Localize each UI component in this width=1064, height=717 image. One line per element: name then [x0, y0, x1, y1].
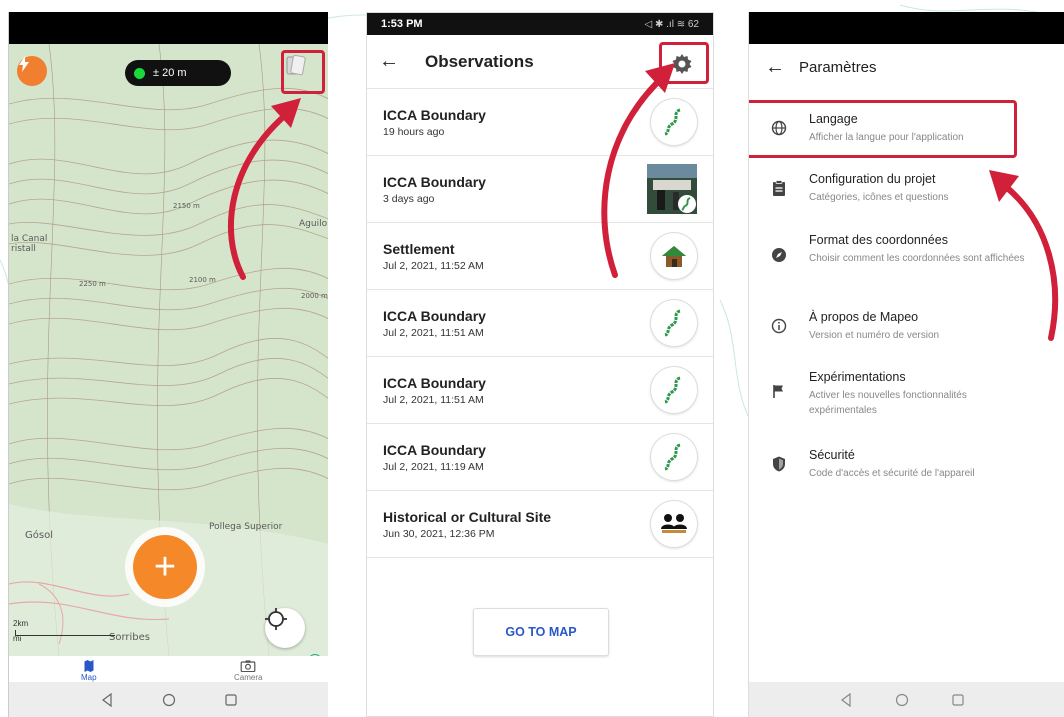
contour-label: 2250 m: [79, 280, 106, 288]
nav-home-icon[interactable]: [162, 693, 176, 707]
map-label: la Canal: [11, 234, 48, 244]
highlight-box: [281, 50, 325, 94]
map-label: Pollega Superior: [209, 522, 283, 532]
crosshair-icon: [265, 608, 287, 630]
settings-item-description: Activer les nouvelles fonctionnalités ex…: [809, 390, 967, 416]
tab-camera[interactable]: Camera: [188, 656, 308, 682]
status-icons: ◁ ✱ .ıl ≋ 62: [644, 18, 699, 30]
app-header: ← Paramètres: [749, 44, 1064, 90]
settings-item-experiments[interactable]: Expérimentations Activer les nouvelles f…: [749, 370, 1064, 418]
android-nav-bar: [9, 682, 328, 717]
settings-item-title: Expérimentations: [809, 370, 906, 384]
red-arrow: [601, 63, 675, 278]
observation-time: 19 hours ago: [383, 125, 445, 138]
tab-label: Map: [80, 673, 97, 682]
settings-item-title: Sécurité: [809, 448, 855, 462]
observation-title: ICCA Boundary: [383, 441, 486, 458]
observation-time: Jul 2, 2021, 11:19 AM: [383, 460, 484, 473]
nav-home-icon[interactable]: [895, 693, 909, 707]
status-bar: [749, 12, 1064, 44]
plus-icon: +: [133, 535, 197, 599]
map-label: ristall: [11, 244, 36, 254]
tab-label: Camera: [234, 673, 263, 682]
clipboard-icon: [749, 172, 809, 205]
page-title: Paramètres: [799, 58, 877, 76]
observation-time: 3 days ago: [383, 192, 435, 205]
observation-title: ICCA Boundary: [383, 374, 486, 391]
map-icon: [84, 660, 94, 672]
nav-recents-icon[interactable]: [951, 693, 965, 707]
nav-back-icon[interactable]: [839, 692, 853, 707]
info-icon: [749, 310, 809, 343]
observations-screen: 1:53 PM ◁ ✱ .ıl ≋ 62 ← Observations ICCA…: [366, 12, 714, 717]
map-label: Sorribes: [109, 632, 151, 643]
locate-me-button[interactable]: [265, 608, 305, 648]
back-arrow-icon[interactable]: ←: [379, 50, 409, 73]
lightning-icon: [19, 56, 29, 72]
boundary-icon: [651, 300, 697, 346]
go-to-map-button[interactable]: GO TO MAP: [473, 608, 609, 656]
observation-title: ICCA Boundary: [383, 106, 486, 123]
add-observation-button[interactable]: +: [125, 527, 205, 607]
observation-title: ICCA Boundary: [383, 173, 486, 190]
boundary-icon: [651, 434, 697, 480]
map-view[interactable]: la Canal ristall Aguilo Gósol Pollega Su…: [9, 44, 328, 656]
observation-title: Historical or Cultural Site: [383, 508, 552, 525]
nav-back-icon[interactable]: [100, 692, 114, 707]
gps-accuracy-pill[interactable]: ± 20 m: [125, 60, 231, 86]
observation-item[interactable]: ICCA Boundary Jul 2, 2021, 11:19 AM: [367, 424, 713, 491]
map-label: Gósol: [25, 530, 53, 541]
boundary-icon: [651, 367, 697, 413]
observation-time: Jul 2, 2021, 11:52 AM: [383, 259, 484, 272]
bottom-tab-bar: Map Camera: [9, 656, 328, 682]
map-scale-bar: [15, 630, 115, 636]
red-arrow: [989, 170, 1059, 341]
settings-screen: ← Paramètres Langage Afficher la langue …: [748, 12, 1064, 717]
status-bar: 1:53 PM ◁ ✱ .ıl ≋ 62: [367, 13, 713, 35]
observation-title: ICCA Boundary: [383, 307, 486, 324]
page-title: Observations: [425, 51, 534, 71]
settings-item-description: Code d'accès et sécurité de l'appareil: [809, 468, 975, 479]
settings-item-security[interactable]: Sécurité Code d'accès et sécurité de l'a…: [749, 448, 1064, 481]
gps-accuracy-text: ± 20 m: [153, 67, 187, 79]
tab-map[interactable]: Map: [29, 656, 149, 682]
contour-label: 2150 m: [173, 202, 200, 210]
people-icon: [651, 501, 697, 547]
observation-title: Settlement: [383, 240, 455, 257]
observation-time: Jul 2, 2021, 11:51 AM: [383, 393, 484, 406]
nav-recents-icon[interactable]: [224, 693, 238, 707]
camera-icon: [240, 660, 256, 672]
status-time: 1:53 PM: [381, 18, 423, 30]
contour-label: 2000 m: [301, 292, 328, 300]
status-bar: [9, 12, 328, 44]
observation-item[interactable]: Historical or Cultural Site Jun 30, 2021…: [367, 491, 713, 558]
back-arrow-icon[interactable]: ←: [765, 56, 785, 79]
highlight-box: [749, 100, 1017, 158]
observation-item[interactable]: ICCA Boundary Jul 2, 2021, 11:51 AM: [367, 290, 713, 357]
android-nav-bar: [749, 682, 1064, 717]
compass-icon: [749, 233, 809, 266]
gps-status-dot: [134, 67, 145, 79]
observation-time: Jun 30, 2021, 12:36 PM: [383, 527, 495, 540]
map-screen: la Canal ristall Aguilo Gósol Pollega Su…: [8, 12, 328, 717]
red-arrow: [227, 98, 301, 280]
observation-item[interactable]: ICCA Boundary Jul 2, 2021, 11:51 AM: [367, 357, 713, 424]
sync-button[interactable]: [17, 56, 47, 86]
shield-icon: [749, 448, 809, 481]
map-scale-km: 2km: [13, 619, 29, 628]
flag-icon: [749, 370, 809, 418]
observation-time: Jul 2, 2021, 11:51 AM: [383, 326, 484, 339]
